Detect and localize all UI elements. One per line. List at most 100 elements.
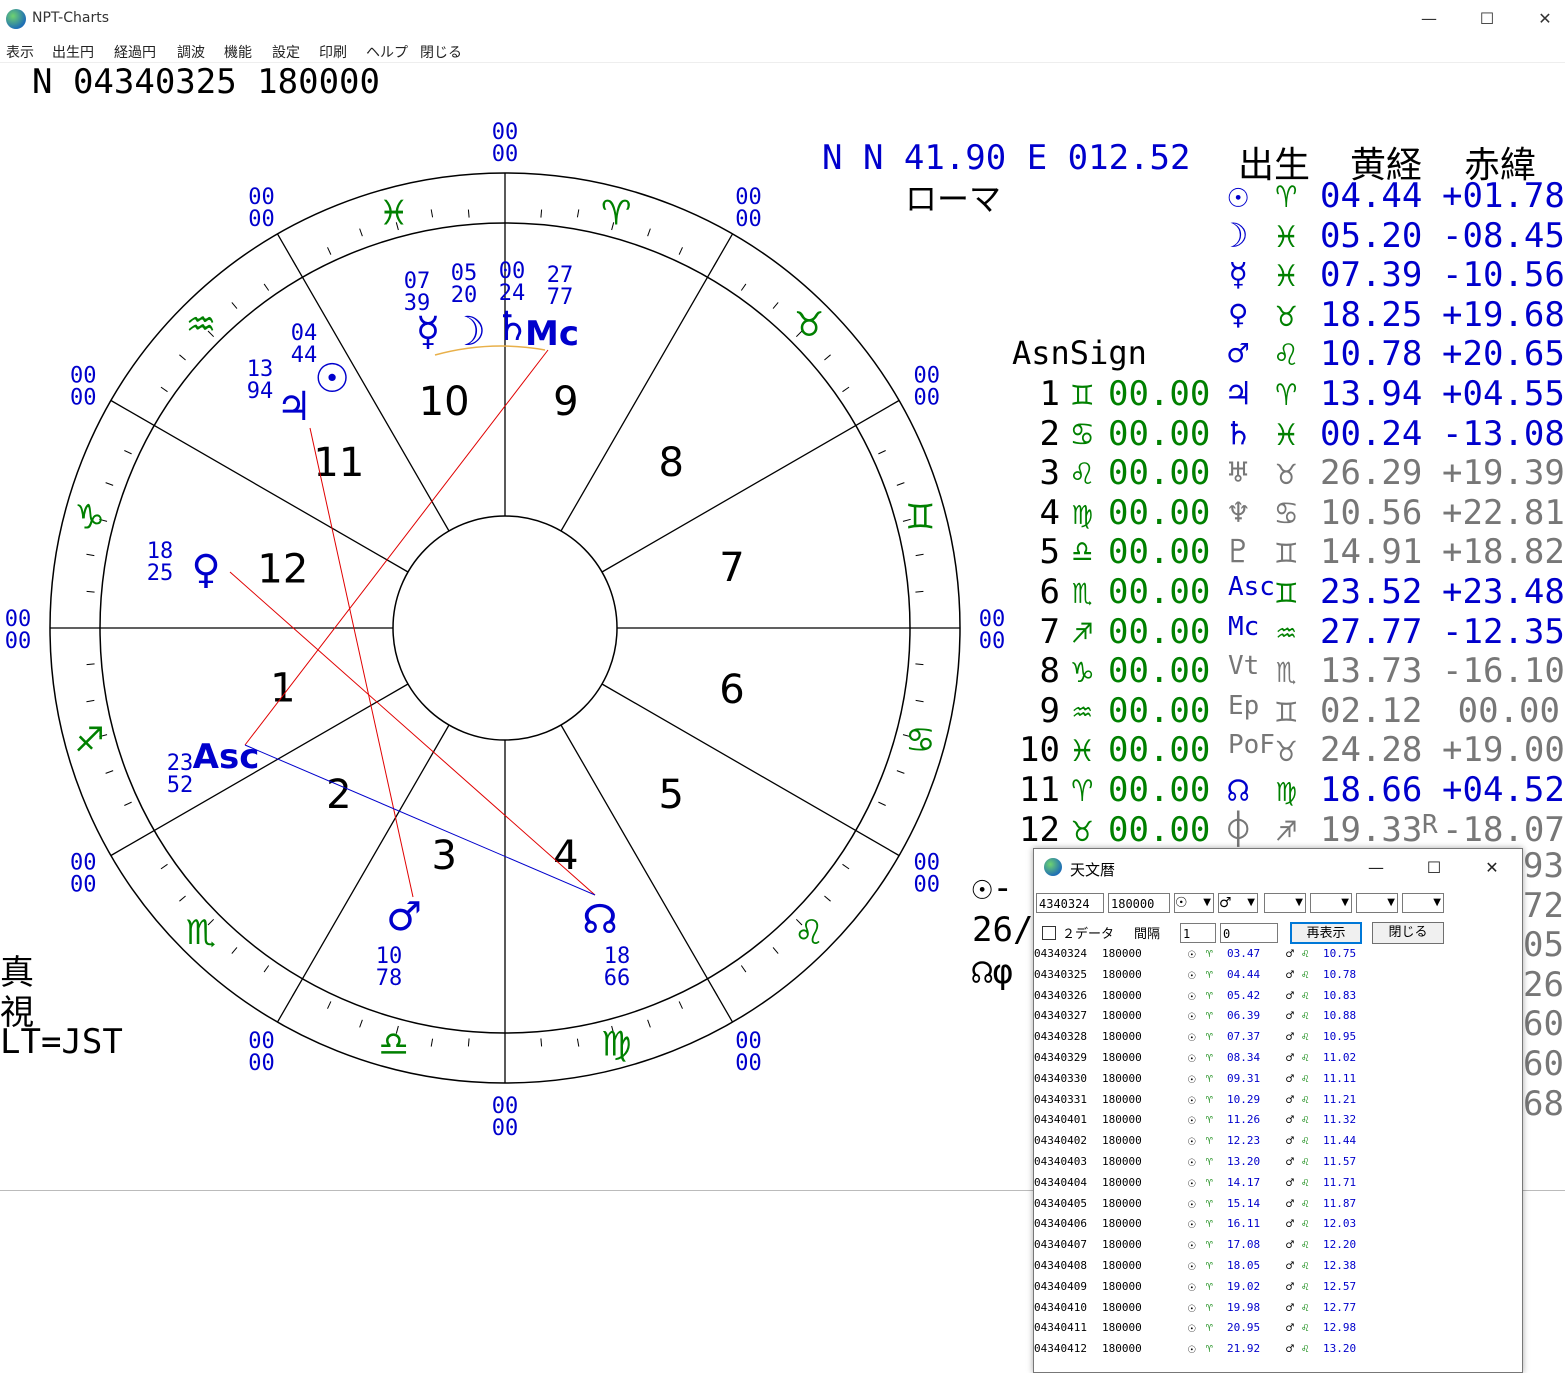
maximize-button[interactable]: ☐ [1458,2,1516,36]
ephemeris-time: 180000 [1102,1155,1142,1168]
cusp-degree-label: 00 [248,1051,275,1076]
ephemeris-time: 180000 [1102,1321,1142,1335]
ephemeris-mars-glyph: ♂ [1286,967,1294,983]
ephemeris-sun-value: 15.14 [1227,1196,1261,1210]
ephemeris-mars-glyph: ♂ [1286,947,1294,962]
house-degree: 00.00 [1108,453,1211,494]
interval-input[interactable]: 1 [1180,923,1216,943]
menu-print[interactable]: 印刷 [319,42,347,62]
dialog-minimize-button[interactable]: — [1356,853,1396,883]
date-input[interactable]: 4340324 [1036,893,1104,913]
ephemeris-mars-value: 12.20 [1323,1238,1357,1252]
dialog-maximize-button[interactable]: ☐ [1414,853,1454,883]
degree-tick [359,1019,363,1028]
ephemeris-sun-sign: ♈ [1206,1217,1213,1231]
ephemeris-mars-value: 11.21 [1323,1092,1357,1106]
planet-longitude: 27.77 [1320,611,1423,652]
redisplay-button[interactable]: 再表示 [1290,922,1362,944]
interval-label: 間隔 [1134,927,1161,942]
house-sign: ♐ [1072,611,1093,652]
degree-tick [430,1038,434,1047]
house-degree: 00.00 [1108,532,1211,573]
menu-transit-chart[interactable]: 経過円 [114,42,156,62]
planet-glyph: ☽ [1228,215,1249,256]
header-birth: 出生 [1238,145,1311,186]
ephemeris-sun-sign: ♈ [1206,1155,1213,1168]
app-globe-icon [6,9,26,29]
menu-functions[interactable]: 機能 [224,42,252,62]
ephemeris-sun-glyph: ☉ [1188,947,1196,962]
planet-select-3[interactable]: ▼ [1264,893,1306,913]
menu-close[interactable]: 閉じる [420,42,462,62]
planet-marker-glyph: ♂ [386,894,422,940]
zodiac-sign-glyph: ♓ [378,194,408,234]
menu-view[interactable]: 表示 [6,42,34,62]
ephemeris-sun-value: 16.11 [1227,1217,1261,1231]
left-note-timezone: LT=JST [0,1022,123,1062]
ephemeris-time: 180000 [1102,1342,1142,1356]
minimize-button[interactable]: — [1400,2,1458,36]
ephemeris-sun-glyph: ☉ [1188,1217,1196,1233]
degree-tick [540,209,543,218]
menu-birth-chart[interactable]: 出生円 [52,42,94,62]
ephemeris-date: 04340403 [1034,1155,1087,1168]
dialog-close-button[interactable]: 閉じる [1372,922,1444,944]
planet-sign: ♉ [1276,453,1297,494]
planet-select-4[interactable]: ▼ [1310,893,1352,913]
ephemeris-sun-glyph: ☉ [1188,1321,1196,1337]
menu-harmonics[interactable]: 調波 [177,42,205,62]
menu-help[interactable]: ヘルプ [366,42,408,62]
ephemeris-sun-value: 14.17 [1227,1175,1261,1189]
zodiac-sign-glyph: ♋ [905,720,935,760]
menu-settings[interactable]: 設定 [272,42,300,62]
degree-tick [824,895,831,902]
two-data-checkbox[interactable] [1042,926,1056,940]
house-cusp-line [110,683,409,857]
house-index: 10 [1019,730,1060,771]
ephemeris-mars-value: 12.57 [1323,1279,1357,1293]
zodiac-sign-glyph: ♉ [794,305,824,345]
close-button[interactable]: ✕ [1516,2,1565,36]
planet-select-2[interactable]: ♂ ▼ [1218,893,1258,913]
covered-number: 68 [1523,1083,1564,1124]
planet-declination: +04.55 [1442,374,1565,414]
ephemeris-date: 04340411 [1034,1321,1087,1335]
planet-longitude: 00.24 [1320,413,1423,454]
ephemeris-mars-glyph: ♂ [1286,1071,1294,1087]
house-index: 7 [1039,611,1060,652]
ephemeris-row: 04340402 180000 ☉ ♈ 12.23 ♂ ♌ 11.44 [1034,1134,1522,1154]
time-input[interactable]: 180000 [1108,893,1170,913]
house-sign: ♏ [1072,572,1093,612]
degree-tick [136,836,145,841]
planet-declination: +19.00 [1442,730,1565,771]
ephemeris-sun-sign: ♈ [1206,1238,1213,1252]
degree-tick [327,247,332,255]
dialog-close-x-button[interactable]: ✕ [1472,853,1512,883]
planet-declination: +20.65 [1442,334,1565,375]
planet-select-5[interactable]: ▼ [1356,893,1398,913]
ephemeris-mars-value: 11.32 [1323,1113,1357,1127]
planet-longitude: 19.33 [1320,809,1423,850]
planet-select-1[interactable]: ☉ ▼ [1174,893,1214,913]
horoscope-wheel: 0000000000000000000000000000000000000000… [5,120,1006,1141]
degree-tick [540,1038,543,1047]
house-index: 2 [1039,413,1060,454]
ephemeris-sun-glyph: ☉ [1188,1279,1196,1295]
planet-marker-minute: 44 [291,343,318,368]
degree-tick [292,259,297,268]
planet-marker-minute: 66 [604,966,631,991]
degree-tick [678,247,683,255]
center-circle [392,515,618,741]
planet-longitude: 13.94 [1320,374,1423,414]
degree-tick [359,228,363,237]
planet-glyph: ☉ [1228,176,1249,216]
planet-select-6[interactable]: ▼ [1402,893,1444,913]
planet-marker-glyph: Mc [525,314,579,354]
offset-input[interactable]: 0 [1220,923,1278,943]
location-coordinates: N N 41.90 E 012.52 [822,138,1191,178]
ephemeris-time: 180000 [1102,988,1142,1002]
dialog-title: 天文暦 [1070,861,1116,879]
chevron-down-icon: ▼ [1387,897,1395,908]
ephemeris-sun-value: 11.26 [1227,1113,1261,1127]
ephemeris-sun-sign: ♈ [1206,967,1213,981]
